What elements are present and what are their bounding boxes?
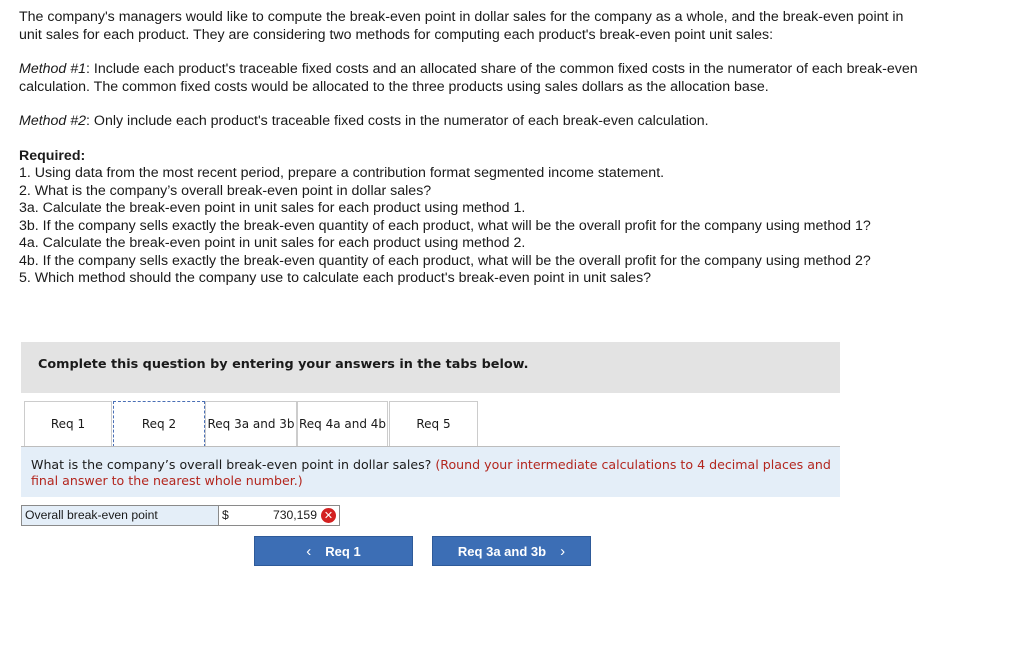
answer-label: Overall break-even point [21,505,219,526]
next-req-3a-3b-button[interactable]: Req 3a and 3b › [432,536,591,566]
required-heading: Required: [19,147,86,164]
tab-req-1[interactable]: Req 1 [24,401,112,446]
requirement-2: 2. What is the company’s overall break-e… [19,182,432,199]
method-2-text: : Only include each product's traceable … [86,113,709,129]
tab-req-3a-3b[interactable]: Req 3a and 3b [205,401,297,446]
tab-req-2[interactable]: Req 2 [113,401,205,447]
method-1-label: Method #1 [19,61,87,77]
currency-symbol: $ [222,508,229,522]
prev-req-1-button[interactable]: ‹ Req 1 [254,536,413,566]
requirement-3b: 3b. If the company sells exactly the bre… [19,217,871,234]
chevron-left-icon: ‹ [306,542,312,560]
tab-req-5[interactable]: Req 5 [389,401,478,446]
requirement-3a: 3a. Calculate the break-even point in un… [19,200,526,216]
question-panel: What is the company’s overall break-even… [21,447,840,497]
problem-text: The company's managers would like to com… [19,9,924,288]
instruction-banner: Complete this question by entering your … [21,342,840,393]
incorrect-x-icon: ✕ [321,508,336,523]
instruction-text: Complete this question by entering your … [38,357,529,372]
requirement-4b: 4b. If the company sells exactly the bre… [19,252,871,269]
tab-req-4a-4b[interactable]: Req 4a and 4b [297,401,388,446]
method-1-text: : Include each product's traceable fixed… [19,61,918,95]
method-2: Method #2: Only include each product's t… [19,113,924,131]
next-button-label: Req 3a and 3b [457,543,547,559]
question-text: What is the company’s overall break-even… [31,457,836,489]
requirement-4a: 4a. Calculate the break-even point in un… [19,235,526,251]
chevron-right-icon: › [560,542,566,560]
prev-button-label: Req 1 [325,543,361,559]
question-prompt: What is the company’s overall break-even… [31,457,432,472]
break-even-input[interactable]: $ 730,159 ✕ [219,505,340,526]
intro-paragraph: The company's managers would like to com… [19,9,904,43]
requirement-5: 5. Which method should the company use t… [19,270,652,286]
requirement-1: 1. Using data from the most recent perio… [19,165,665,181]
method-2-label: Method #2 [19,113,87,129]
method-1: Method #1: Include each product's tracea… [19,61,924,96]
answer-value[interactable]: 730,159 [273,506,317,525]
